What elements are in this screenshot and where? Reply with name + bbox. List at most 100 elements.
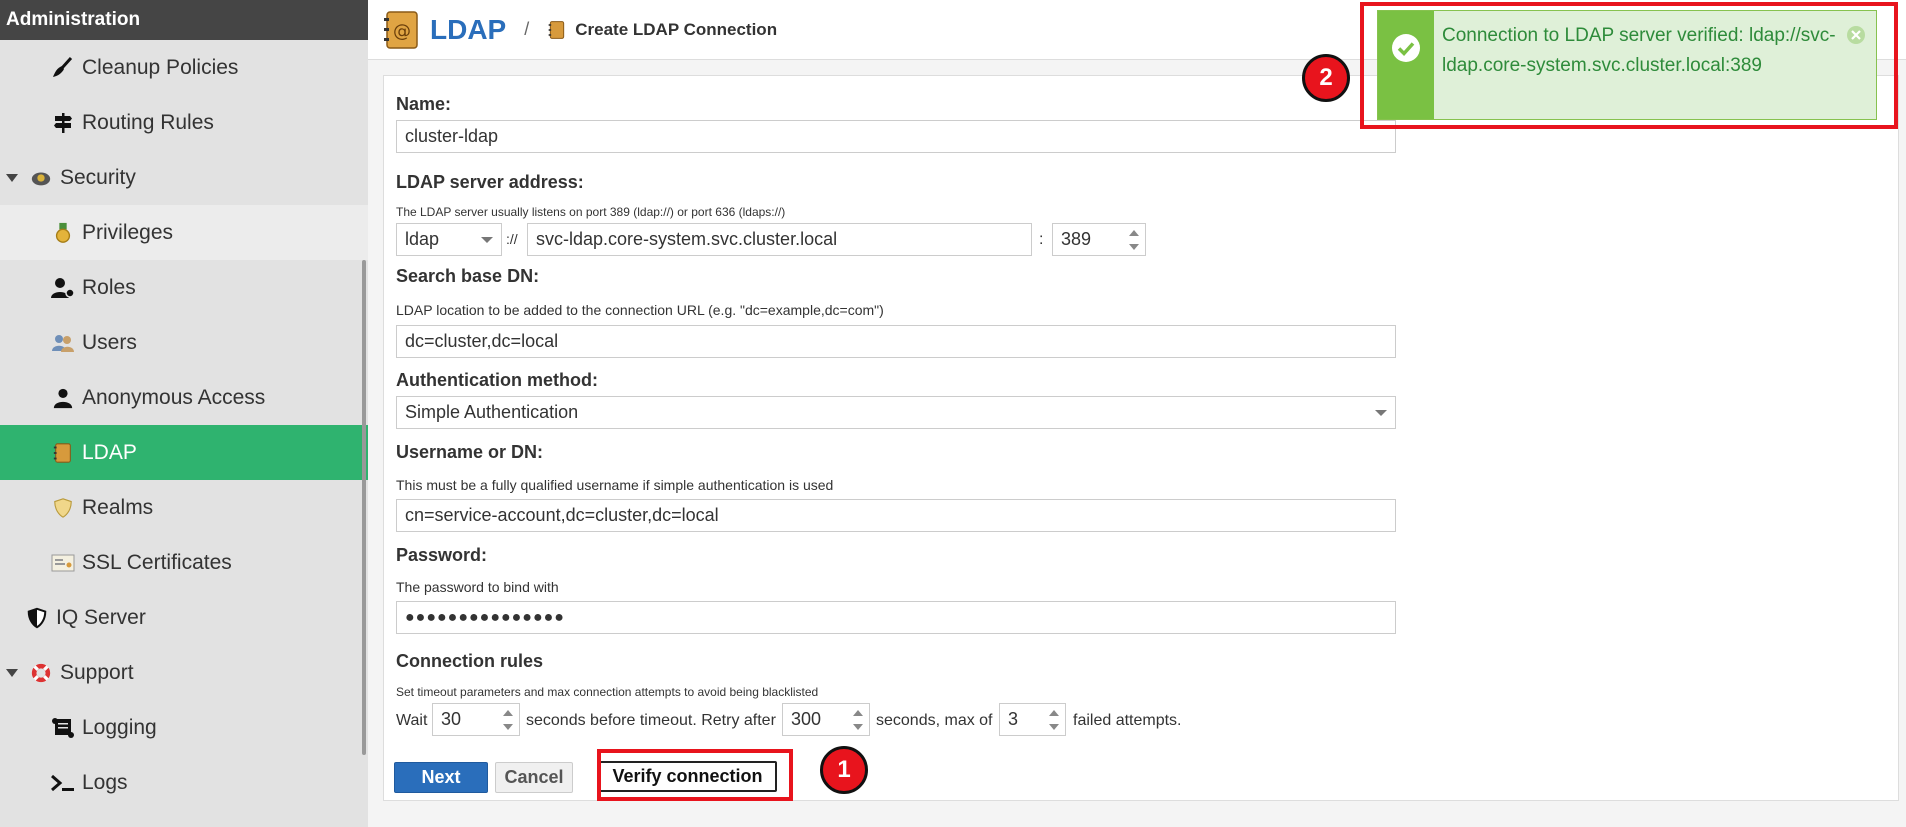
port-stepper[interactable]: 389 — [1052, 223, 1146, 256]
max-attempts-stepper[interactable]: 3 — [999, 703, 1066, 736]
sidebar-scrollbar[interactable] — [362, 260, 366, 755]
sidebar-item-label: Users — [82, 330, 137, 354]
username-label: Username or DN: — [396, 442, 544, 462]
sidebar-item-label: Roles — [82, 275, 136, 299]
success-toast: Connection to LDAP server verified: ldap… — [1377, 10, 1877, 120]
next-button[interactable]: Next — [394, 762, 488, 793]
retry-value: 300 — [791, 709, 822, 729]
server-address-label: LDAP server address: — [396, 172, 584, 192]
protocol-value: ldap — [405, 229, 440, 249]
password-label: Password: — [396, 545, 488, 565]
timeout-stepper[interactable]: 30 — [432, 703, 520, 736]
connection-rules-hint: Set timeout parameters and max connectio… — [396, 685, 819, 699]
auth-method-select[interactable]: Simple Authentication — [396, 396, 1396, 429]
chevron-down-icon — [6, 668, 18, 677]
sidebar-item-label: Privileges — [82, 220, 174, 244]
broom-icon — [50, 55, 76, 81]
sidebar-item-label: Security — [60, 165, 136, 189]
annotation-badge-1: 1 — [820, 746, 868, 794]
certificate-icon — [50, 550, 76, 576]
cancel-button[interactable]: Cancel — [495, 762, 573, 793]
users-icon — [50, 330, 76, 356]
stepper-arrows-icon[interactable] — [503, 710, 513, 730]
name-label: Name: — [396, 94, 452, 114]
sidebar-item-routing-rules[interactable]: Routing Rules — [0, 95, 368, 150]
sidebar-item-label: Routing Rules — [82, 110, 214, 134]
ldap-connection-form: Name: cluster-ldap LDAP server address: … — [383, 75, 1899, 801]
sidebar-item-support[interactable]: Support — [0, 645, 368, 700]
shield-half-icon — [24, 605, 50, 631]
stepper-arrows-icon[interactable] — [1129, 230, 1139, 250]
sidebar-item-label: LDAP — [82, 440, 137, 464]
breadcrumb-current: Create LDAP Connection — [575, 19, 778, 39]
sidebar-item-cleanup-policies[interactable]: Cleanup Policies — [0, 40, 368, 95]
sidebar-item-logging[interactable]: Logging — [0, 700, 368, 755]
stepper-arrows-icon[interactable] — [853, 710, 863, 730]
sidebar-item-label: Realms — [82, 495, 154, 519]
username-input[interactable]: cn=service-account,dc=cluster,dc=local — [396, 499, 1396, 532]
svg-text:@: @ — [393, 21, 411, 42]
stepper-arrows-icon[interactable] — [1049, 710, 1059, 730]
port-value: 389 — [1061, 229, 1092, 249]
sidebar-item-realms[interactable]: Realms — [0, 480, 368, 535]
name-input[interactable]: cluster-ldap — [396, 120, 1396, 153]
sidebar-item-logs[interactable]: Logs — [0, 755, 368, 810]
retry-text: seconds, max of — [876, 712, 993, 729]
search-base-hint: LDAP location to be added to the connect… — [396, 302, 884, 318]
auth-method-label: Authentication method: — [396, 370, 598, 390]
sidebar-item-iq-server[interactable]: IQ Server — [0, 590, 368, 645]
annotation-badge-2: 2 — [1302, 54, 1350, 102]
sidebar-item-label: IQ Server — [56, 605, 146, 629]
check-circle-icon — [1378, 11, 1434, 119]
sidebar-item-roles[interactable]: Roles — [0, 260, 368, 315]
sidebar-item-security[interactable]: Security — [0, 150, 368, 205]
host-input[interactable]: svc-ldap.core-system.svc.cluster.local — [527, 223, 1032, 256]
breadcrumb-separator: / — [524, 19, 530, 39]
protocol-separator: :// — [506, 231, 518, 247]
page-title[interactable]: LDAP — [430, 14, 506, 46]
sidebar-item-privileges[interactable]: Privileges — [0, 205, 368, 260]
scroll-icon — [50, 715, 76, 741]
sidebar-item-anonymous-access[interactable]: Anonymous Access — [0, 370, 368, 425]
chevron-down-icon — [481, 237, 493, 243]
wait-text: Wait — [396, 712, 428, 729]
sidebar-item-label: SSL Certificates — [82, 550, 232, 574]
sidebar-item-label: Logging — [82, 715, 157, 739]
search-base-label: Search base DN: — [396, 266, 540, 286]
protocol-select[interactable]: ldap — [396, 223, 502, 256]
sidebar-item-label: Support — [60, 660, 134, 684]
auth-method-value: Simple Authentication — [405, 402, 579, 422]
max-attempts-value: 3 — [1008, 709, 1019, 729]
connection-rules-label: Connection rules — [396, 651, 544, 671]
shield-icon — [50, 495, 76, 521]
chevron-down-icon — [6, 173, 18, 182]
address-book-icon — [547, 20, 567, 40]
signpost-icon — [50, 110, 76, 136]
server-address-hint: The LDAP server usually listens on port … — [396, 205, 786, 219]
password-input[interactable]: ●●●●●●●●●●●●●●● — [396, 601, 1396, 634]
sidebar-item-users[interactable]: Users — [0, 315, 368, 370]
lifebuoy-icon — [28, 660, 54, 686]
sidebar-item-ldap[interactable]: LDAP — [0, 425, 368, 480]
username-hint: This must be a fully qualified username … — [396, 477, 834, 493]
sidebar-item-label: Logs — [82, 770, 128, 794]
address-book-icon — [50, 440, 76, 466]
sidebar-item-label: Cleanup Policies — [82, 55, 239, 79]
medal-icon — [50, 220, 76, 246]
retry-stepper[interactable]: 300 — [782, 703, 870, 736]
max-attempts-text: failed attempts. — [1073, 712, 1182, 729]
search-base-input[interactable]: dc=cluster,dc=local — [396, 325, 1396, 358]
close-icon[interactable] — [1846, 11, 1876, 119]
terminal-icon — [50, 770, 76, 796]
toast-message: Connection to LDAP server verified: ldap… — [1442, 25, 1836, 76]
security-icon — [28, 165, 54, 191]
timeout-text: seconds before timeout. Retry after — [526, 712, 776, 729]
timeout-value: 30 — [441, 709, 462, 729]
user-role-icon — [50, 275, 76, 301]
sidebar: Administration Cleanup Policies Routing … — [0, 0, 368, 827]
chevron-down-icon — [1375, 410, 1387, 416]
sidebar-item-ssl-certificates[interactable]: SSL Certificates — [0, 535, 368, 590]
port-separator: : — [1039, 231, 1044, 248]
sidebar-item-label: Anonymous Access — [82, 385, 266, 409]
user-icon — [50, 385, 76, 411]
